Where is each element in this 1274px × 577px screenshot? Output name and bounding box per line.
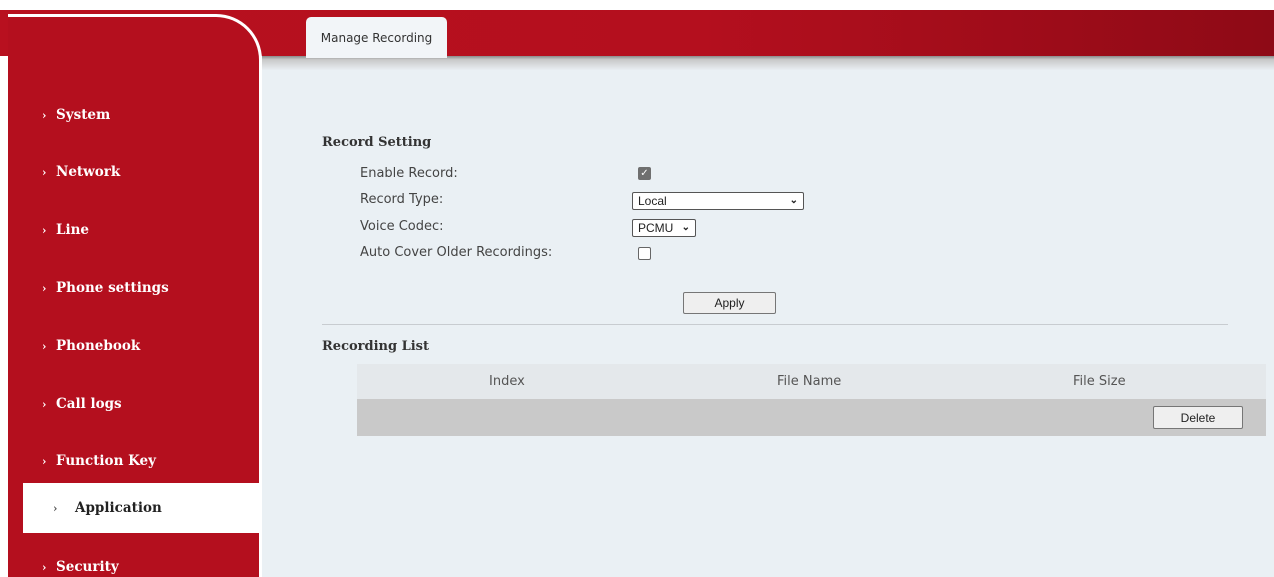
chevron-right-icon: › (42, 397, 47, 411)
sidebar-item-label: Line (56, 222, 90, 238)
sidebar-item-security[interactable]: › Security (8, 541, 258, 577)
enable-record-checkbox[interactable]: ✓ (638, 167, 651, 180)
tab-manage-recording[interactable]: Manage Recording (306, 17, 447, 58)
sidebar-item-application[interactable]: › Application (23, 483, 259, 533)
sidebar-item-network[interactable]: › Network (8, 146, 258, 198)
chevron-right-icon: › (42, 454, 47, 468)
voice-codec-select[interactable]: PCMU ⌄ (632, 219, 696, 237)
chevron-right-icon: › (42, 223, 47, 237)
record-type-value: Local (638, 194, 667, 208)
voice-codec-value: PCMU (638, 221, 674, 235)
recording-table-header: Index File Name File Size (357, 364, 1266, 399)
chevron-right-icon: › (42, 165, 47, 179)
column-header-file-size: File Size (1073, 374, 1126, 389)
column-header-file-name: File Name (777, 374, 842, 389)
auto-cover-label: Auto Cover Older Recordings: (360, 245, 553, 260)
chevron-right-icon: › (53, 501, 58, 515)
sidebar-item-label: Phone settings (56, 280, 169, 296)
chevron-down-icon: ⌄ (789, 195, 798, 206)
sidebar-item-label: Function Key (56, 453, 156, 469)
sidebar-item-function-key[interactable]: › Function Key (8, 435, 258, 487)
tab-label: Manage Recording (320, 30, 433, 45)
sidebar-item-phone-settings[interactable]: › Phone settings (8, 262, 258, 314)
sidebar-item-system[interactable]: › System (8, 89, 258, 141)
recording-table-action-row: Delete (357, 399, 1266, 436)
column-header-index: Index (489, 374, 525, 389)
sidebar-item-phonebook[interactable]: › Phonebook (8, 320, 258, 372)
recording-list-title: Recording List (322, 339, 430, 354)
sidebar-item-label: System (56, 107, 111, 123)
record-type-label: Record Type: (360, 192, 444, 207)
sidebar-item-label: Security (56, 559, 119, 575)
sidebar-item-label: Application (75, 500, 162, 516)
chevron-down-icon: ⌄ (681, 222, 690, 233)
record-setting-title: Record Setting (322, 135, 432, 150)
sidebar-item-line[interactable]: › Line (8, 204, 258, 256)
sidebar-item-label: Call logs (56, 396, 122, 412)
chevron-right-icon: › (42, 339, 47, 353)
enable-record-label: Enable Record: (360, 166, 458, 181)
header-shadow (262, 56, 1274, 70)
delete-button[interactable]: Delete (1153, 406, 1243, 429)
sidebar-item-label: Phonebook (56, 338, 141, 354)
sidebar: › System › Network › Line › Phone settin… (8, 14, 262, 577)
chevron-right-icon: › (42, 108, 47, 122)
chevron-right-icon: › (42, 560, 47, 574)
sidebar-item-call-logs[interactable]: › Call logs (8, 378, 258, 430)
sidebar-item-label: Network (56, 164, 121, 180)
record-type-select[interactable]: Local ⌄ (632, 192, 804, 210)
chevron-right-icon: › (42, 281, 47, 295)
voice-codec-label: Voice Codec: (360, 219, 444, 234)
apply-button[interactable]: Apply (683, 292, 776, 314)
section-divider (322, 324, 1228, 325)
auto-cover-checkbox[interactable] (638, 247, 651, 260)
